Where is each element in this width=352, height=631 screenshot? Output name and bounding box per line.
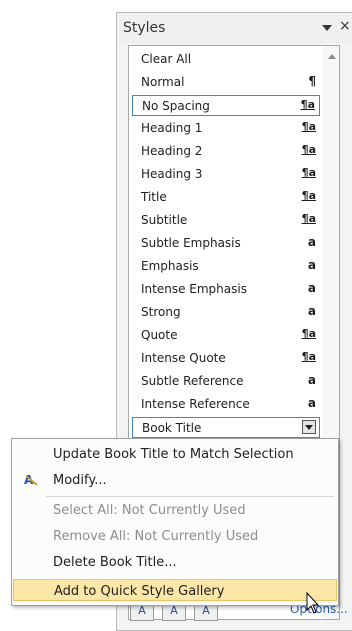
style-item-intense-reference[interactable]: Intense Reference a bbox=[132, 394, 320, 415]
menu-item-delete[interactable]: Delete Book Title... bbox=[13, 551, 337, 573]
style-item-intense-quote[interactable]: Intense Quote ¶a bbox=[132, 348, 320, 369]
style-item-subtle-emphasis[interactable]: Subtle Emphasis a bbox=[132, 233, 320, 254]
character-style-icon: a bbox=[307, 304, 316, 318]
style-name: Heading 2 bbox=[141, 144, 203, 158]
linked-style-icon: ¶a bbox=[301, 143, 316, 156]
style-item-emphasis[interactable]: Emphasis a bbox=[132, 256, 320, 277]
pane-title: Styles bbox=[123, 20, 166, 36]
style-name: Subtle Emphasis bbox=[141, 236, 241, 250]
style-name: Subtitle bbox=[141, 213, 188, 227]
style-item-intense-emphasis[interactable]: Intense Emphasis a bbox=[132, 279, 320, 300]
style-item-heading-3[interactable]: Heading 3 ¶a bbox=[132, 164, 320, 185]
menu-item-add-to-gallery[interactable]: Add to Quick Style Gallery bbox=[13, 579, 337, 601]
style-name: No Spacing bbox=[142, 99, 210, 113]
menu-item-label: Update Book Title to Match Selection bbox=[53, 447, 294, 462]
style-name: Intense Emphasis bbox=[141, 282, 247, 296]
style-name: Normal bbox=[141, 75, 185, 89]
style-name: Intense Quote bbox=[141, 351, 226, 365]
character-style-icon: a bbox=[307, 258, 316, 272]
style-item-no-spacing[interactable]: No Spacing ¶a bbox=[132, 95, 320, 116]
style-item-quote[interactable]: Quote ¶a bbox=[132, 325, 320, 346]
menu-item-label: Modify... bbox=[53, 473, 107, 488]
style-context-menu: Update Book Title to Match Selection A M… bbox=[11, 438, 339, 606]
linked-style-icon: ¶a bbox=[301, 212, 316, 225]
style-name: Title bbox=[141, 190, 167, 204]
style-name: Heading 1 bbox=[141, 121, 203, 135]
character-style-icon: a bbox=[307, 281, 316, 295]
linked-style-icon: ¶a bbox=[300, 98, 315, 111]
linked-style-icon: ¶a bbox=[301, 166, 316, 179]
menu-item-label: Delete Book Title... bbox=[53, 555, 177, 570]
style-name: Emphasis bbox=[141, 259, 199, 273]
scroll-up-icon[interactable] bbox=[328, 54, 336, 59]
linked-style-icon: ¶a bbox=[301, 350, 316, 363]
menu-item-select-all[interactable]: Select All: Not Currently Used bbox=[13, 499, 337, 521]
linked-style-icon: ¶a bbox=[301, 327, 316, 340]
menu-item-remove-all[interactable]: Remove All: Not Currently Used bbox=[13, 525, 337, 547]
linked-style-icon: ¶a bbox=[301, 189, 316, 202]
style-name: Clear All bbox=[141, 52, 192, 66]
menu-separator bbox=[46, 496, 334, 497]
menu-item-label: Remove All: Not Currently Used bbox=[53, 529, 259, 544]
style-item-clear-all[interactable]: Clear All bbox=[132, 49, 320, 70]
character-style-icon: a bbox=[307, 396, 316, 410]
pane-header: Styles × bbox=[117, 13, 352, 43]
style-name: Intense Reference bbox=[141, 397, 250, 411]
style-name: Subtle Reference bbox=[141, 374, 244, 388]
style-item-normal[interactable]: Normal ¶ bbox=[132, 72, 320, 93]
close-icon[interactable]: × bbox=[339, 18, 351, 34]
mouse-pointer-icon bbox=[306, 592, 320, 614]
style-item-subtitle[interactable]: Subtitle ¶a bbox=[132, 210, 320, 231]
style-item-heading-1[interactable]: Heading 1 ¶a bbox=[132, 118, 320, 139]
style-dropdown-button[interactable] bbox=[302, 420, 316, 434]
style-name: Book Title bbox=[142, 421, 202, 435]
style-item-subtle-reference[interactable]: Subtle Reference a bbox=[132, 371, 320, 392]
menu-item-modify[interactable]: A Modify... bbox=[13, 469, 337, 491]
character-style-icon: a bbox=[307, 373, 316, 387]
style-item-book-title[interactable]: Book Title bbox=[132, 417, 320, 438]
pane-options-dropdown-icon[interactable] bbox=[322, 25, 332, 31]
menu-item-label: Select All: Not Currently Used bbox=[53, 503, 246, 518]
style-name: Quote bbox=[141, 328, 178, 342]
style-item-strong[interactable]: Strong a bbox=[132, 302, 320, 323]
linked-style-icon: ¶a bbox=[301, 120, 316, 133]
paragraph-style-icon: ¶ bbox=[308, 74, 316, 88]
character-style-icon: a bbox=[307, 235, 316, 249]
modify-style-icon: A bbox=[23, 472, 39, 490]
style-name: Heading 3 bbox=[141, 167, 203, 181]
style-name: Strong bbox=[141, 305, 181, 319]
style-item-title[interactable]: Title ¶a bbox=[132, 187, 320, 208]
menu-item-label: Add to Quick Style Gallery bbox=[54, 584, 225, 599]
menu-item-update-to-match[interactable]: Update Book Title to Match Selection bbox=[13, 443, 337, 465]
style-item-heading-2[interactable]: Heading 2 ¶a bbox=[132, 141, 320, 162]
